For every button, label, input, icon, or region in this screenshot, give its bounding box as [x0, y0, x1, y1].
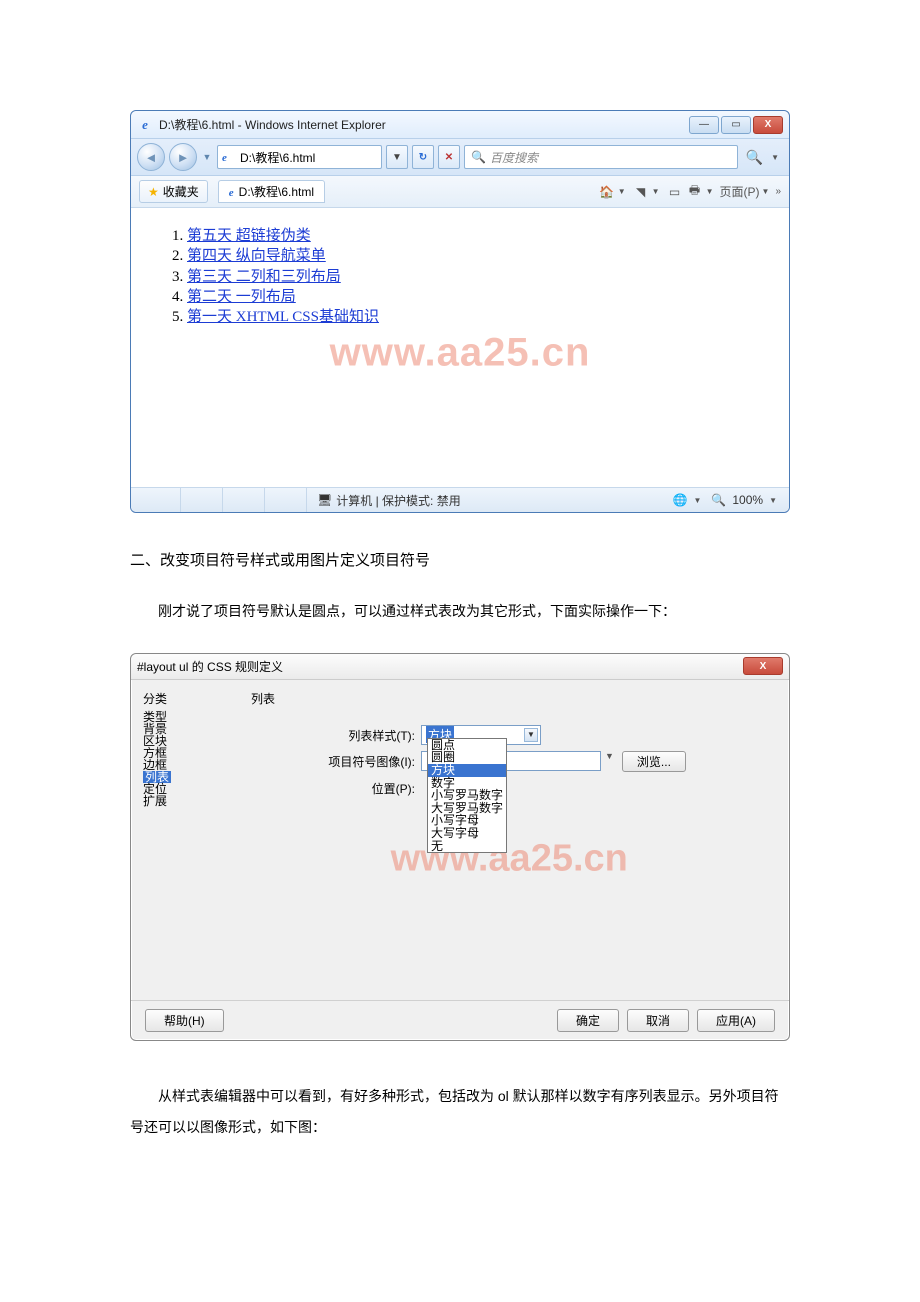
position-label: 位置(P): — [251, 778, 421, 797]
status-text: 计算机 | 保护模式: 禁用 — [336, 492, 460, 509]
ie-icon: e — [137, 117, 153, 133]
list-item: 第一天 XHTML CSS基础知识 — [187, 307, 759, 327]
address-text: D:\教程\6.html — [240, 149, 315, 166]
search-icon: 🔍 — [471, 150, 486, 164]
status-bar: 🖥 计算机 | 保护模式: 禁用 🌐▼ 🔍 100% ▼ — [131, 488, 789, 512]
list-item: 第二天 一列布局 — [187, 287, 759, 307]
category-sidebar: 分类 类型 背景 区块 方框 边框 列表 定位 扩展 — [131, 680, 251, 1000]
watermark: www.aa25.cn — [330, 331, 591, 376]
list-item: 第四天 纵向导航菜单 — [187, 246, 759, 266]
favorites-button[interactable]: ★ 收藏夹 — [139, 180, 208, 203]
cancel-button[interactable]: 取消 — [627, 1009, 689, 1032]
ok-button[interactable]: 确定 — [557, 1009, 619, 1032]
page-content: 第五天 超链接伪类 第四天 纵向导航菜单 第三天 二列和三列布局 第二天 一列布… — [131, 208, 789, 488]
browse-button[interactable]: 浏览... — [622, 751, 686, 772]
link[interactable]: 第三天 二列和三列布局 — [187, 269, 341, 285]
favorites-toolbar: ★ 收藏夹 e D:\教程\6.html 🏠▼ ◥▼ ▭ 🖶▼ 页面(P)▼ » — [131, 176, 789, 208]
window-titlebar: e D:\教程\6.html - Windows Internet Explor… — [131, 111, 789, 139]
tab-file-icon: e — [229, 185, 234, 199]
sidebar-item[interactable]: 定位 — [143, 783, 239, 795]
paragraph-2: 从样式表编辑器中可以看到，有好多种形式，包括改为 ol 默认那样以数字有序列表显… — [130, 1081, 790, 1143]
nav-history-dropdown[interactable]: ▼ — [201, 152, 213, 162]
zoom-level: 100% — [732, 493, 763, 507]
search-input[interactable]: 🔍 百度搜索 — [464, 145, 738, 169]
paragraph-1: 刚才说了项目符号默认是圆点，可以通过样式表改为其它形式，下面实际操作一下： — [130, 596, 790, 627]
star-icon: ★ — [148, 185, 159, 199]
refresh-button[interactable]: ↻ — [412, 145, 434, 169]
list-item: 第三天 二列和三列布局 — [187, 267, 759, 287]
address-bar-row: ◄ ► ▼ e D:\教程\6.html ▼ ↻ ✕ 🔍 百度搜索 🔍 ▼ — [131, 139, 789, 176]
zoom-icon[interactable]: 🔍 — [711, 493, 726, 507]
link[interactable]: 第一天 XHTML CSS基础知识 — [187, 309, 379, 325]
ie-window: e D:\教程\6.html - Windows Internet Explor… — [130, 110, 790, 513]
css-rule-dialog: #layout ul 的 CSS 规则定义 X 分类 类型 背景 区块 方框 边… — [130, 653, 790, 1041]
command-bar: 🏠▼ ◥▼ ▭ 🖶▼ 页面(P)▼ » — [598, 183, 781, 201]
dropdown-option[interactable]: 无 — [428, 840, 506, 853]
link[interactable]: 第四天 纵向导航菜单 — [187, 248, 326, 264]
dialog-title: #layout ul 的 CSS 规则定义 — [137, 658, 743, 675]
dropdown-option[interactable]: 小写罗马数字 — [428, 789, 506, 802]
link[interactable]: 第二天 一列布局 — [187, 289, 296, 305]
list-style-dropdown[interactable]: 圆点 圆圈 方块 数字 小写罗马数字 大写罗马数字 小写字母 大写字母 无 — [427, 738, 507, 853]
help-button[interactable]: 帮助(H) — [145, 1009, 224, 1032]
dropdown-option[interactable]: 大写字母 — [428, 827, 506, 840]
close-button[interactable]: X — [753, 116, 783, 134]
apply-button[interactable]: 应用(A) — [697, 1009, 775, 1032]
chevron-down-icon[interactable]: ▼ — [605, 751, 614, 761]
address-dropdown-button[interactable]: ▼ — [386, 145, 408, 169]
panel-header: 列表 — [251, 690, 769, 707]
chevron-down-icon: ▼ — [524, 728, 538, 742]
page-menu[interactable]: 页面(P) — [720, 183, 760, 200]
window-title: D:\教程\6.html - Windows Internet Explorer — [159, 116, 689, 133]
maximize-button[interactable]: ▭ — [721, 116, 751, 134]
sidebar-item-selected[interactable]: 列表 — [143, 771, 171, 783]
sidebar-item[interactable]: 扩展 — [143, 795, 239, 807]
back-button[interactable]: ◄ — [137, 143, 165, 171]
print-icon[interactable]: 🖶 — [686, 183, 704, 201]
forward-button[interactable]: ► — [169, 143, 197, 171]
list-style-label: 列表样式(T): — [251, 725, 421, 744]
dropdown-option-selected[interactable]: 方块 — [428, 764, 506, 777]
browser-tab[interactable]: e D:\教程\6.html — [218, 180, 325, 203]
dialog-main-panel: 列表 列表样式(T): 方块 ▼ 项目符号图像(I): ▼ 浏览... 位置(P… — [251, 680, 789, 1000]
computer-icon: 🖥 — [317, 493, 332, 507]
bullet-image-label: 项目符号图像(I): — [251, 751, 421, 770]
sidebar-item[interactable]: 类型 — [143, 711, 239, 723]
dialog-footer: 帮助(H) 确定 取消 应用(A) — [131, 1000, 789, 1040]
home-icon[interactable]: 🏠 — [598, 183, 616, 201]
feeds-icon[interactable]: ◥ — [632, 183, 650, 201]
dialog-titlebar: #layout ul 的 CSS 规则定义 X — [131, 654, 789, 680]
search-provider-dropdown[interactable]: ▼ — [771, 153, 779, 162]
dialog-close-button[interactable]: X — [743, 657, 783, 675]
html-file-icon: e — [222, 150, 236, 164]
address-input[interactable]: e D:\教程\6.html — [217, 145, 382, 169]
sidebar-header: 分类 — [143, 690, 239, 707]
sidebar-item[interactable]: 边框 — [143, 759, 239, 771]
zone-icon[interactable]: 🌐 — [673, 493, 688, 507]
ordered-list: 第五天 超链接伪类 第四天 纵向导航菜单 第三天 二列和三列布局 第二天 一列布… — [161, 226, 759, 327]
list-item: 第五天 超链接伪类 — [187, 226, 759, 246]
sidebar-item[interactable]: 区块 — [143, 735, 239, 747]
search-placeholder: 百度搜索 — [490, 149, 538, 166]
expand-icon[interactable]: » — [775, 186, 781, 197]
favorites-label: 收藏夹 — [163, 183, 199, 200]
zoom-dropdown[interactable]: ▼ — [769, 496, 777, 505]
stop-button[interactable]: ✕ — [438, 145, 460, 169]
sidebar-item[interactable]: 背景 — [143, 723, 239, 735]
sidebar-item[interactable]: 方框 — [143, 747, 239, 759]
link[interactable]: 第五天 超链接伪类 — [187, 228, 311, 244]
read-mail-icon[interactable]: ▭ — [666, 183, 684, 201]
minimize-button[interactable]: — — [689, 116, 719, 134]
search-go-icon[interactable]: 🔍 — [746, 149, 763, 166]
tab-label: D:\教程\6.html — [239, 183, 314, 200]
section-heading: 二、改变项目符号样式或用图片定义项目符号 — [130, 549, 790, 570]
